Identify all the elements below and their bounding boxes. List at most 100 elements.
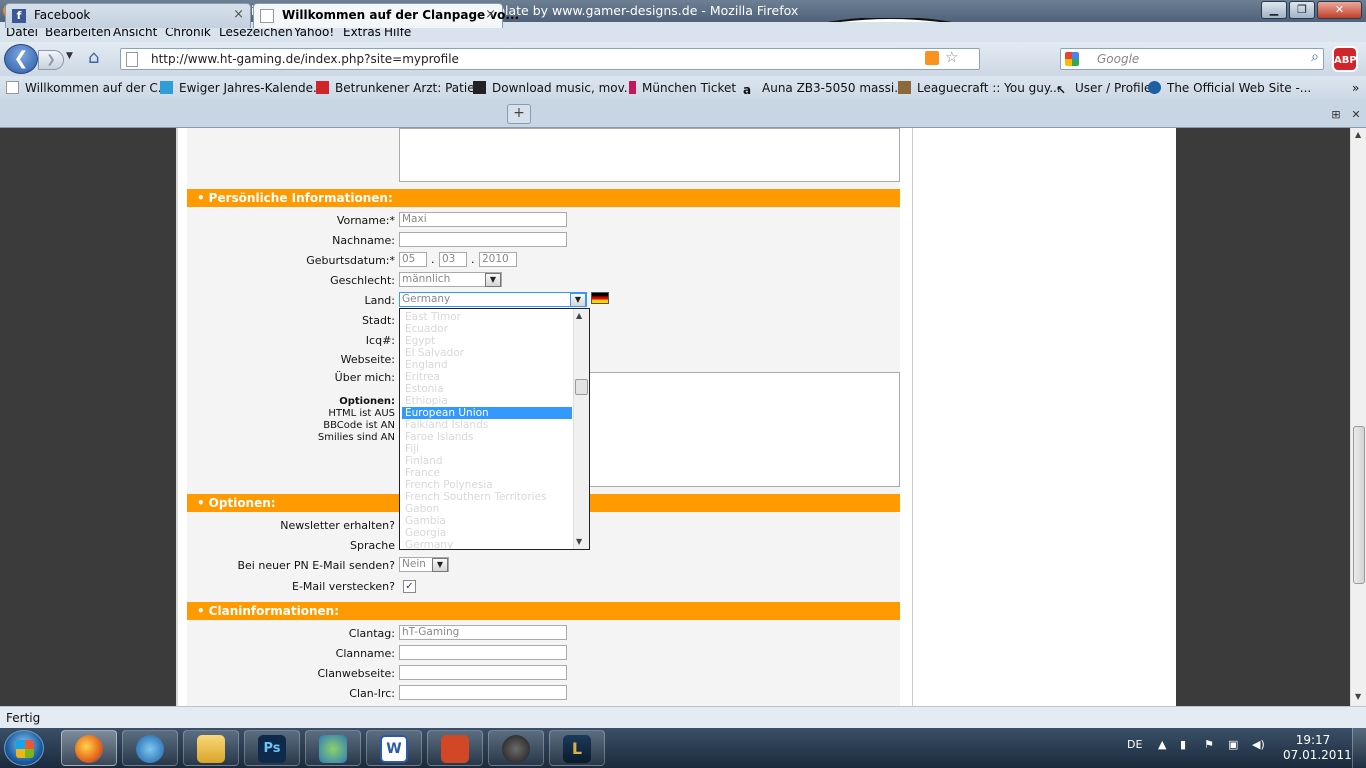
bookmark-star-icon[interactable]: ☆ <box>945 48 958 66</box>
country-option[interactable]: Egypt <box>402 335 572 347</box>
taskbar-itunes[interactable] <box>122 730 178 766</box>
country-option[interactable]: Gabon <box>402 503 572 515</box>
search-placeholder[interactable]: Google <box>1097 52 1139 66</box>
dropdown-scrollbar[interactable]: ▲ ▼ <box>573 309 589 549</box>
taskbar-messenger[interactable] <box>305 730 361 766</box>
country-option[interactable]: Ecuador <box>402 323 572 335</box>
country-option[interactable]: Germany <box>402 539 572 549</box>
country-option[interactable]: Eritrea <box>402 371 572 383</box>
show-desktop-button[interactable] <box>1352 728 1366 768</box>
maximize-button[interactable]: ❐ <box>1289 1 1315 19</box>
tab-close-icon[interactable]: × <box>485 7 496 22</box>
country-option[interactable]: England <box>402 359 572 371</box>
country-option[interactable]: Ethiopia <box>402 395 572 407</box>
clock[interactable]: 19:17 07.01.2011 <box>1283 733 1352 763</box>
taskbar-steam[interactable] <box>488 730 544 766</box>
bookmark-item[interactable]: München Ticket <box>629 81 736 95</box>
mail-hide-checkbox[interactable]: ✓ <box>403 580 416 593</box>
scroll-up-icon[interactable]: ▲ <box>576 311 582 320</box>
volume-icon[interactable]: ◀) <box>1252 738 1265 751</box>
address-bar[interactable]: http://www.ht-gaming.de/index.php?site=m… <box>120 48 980 70</box>
birth-year-field[interactable]: 2010 <box>479 252 517 267</box>
tab-close-icon[interactable]: × <box>233 7 244 22</box>
device-icon[interactable]: ▣ <box>1228 738 1238 751</box>
chevron-down-icon[interactable]: ▼ <box>570 293 586 307</box>
mail-hide-label: E-Mail verstecken? <box>292 580 395 593</box>
new-tab-button[interactable]: + <box>507 104 531 124</box>
country-option[interactable]: Gambia <box>402 515 572 527</box>
close-tab-icon[interactable]: ✕ <box>1346 104 1366 126</box>
country-option[interactable]: Georgia <box>402 527 572 539</box>
adblock-plus-button[interactable]: ABP <box>1332 46 1358 72</box>
country-option[interactable]: Falkland Islands <box>402 419 572 431</box>
page-scroll-thumb[interactable] <box>1353 426 1365 584</box>
country-option[interactable]: Finland <box>402 455 572 467</box>
google-icon[interactable] <box>1065 52 1079 66</box>
taskbar-word[interactable]: W <box>366 730 422 766</box>
cursor-icon: ↖ <box>1056 83 1067 97</box>
clanwebseite-field[interactable] <box>399 665 567 680</box>
taskbar-presentation[interactable] <box>427 730 483 766</box>
bookmark-item[interactable]: Willkommen auf der C... <box>6 81 169 95</box>
country-option[interactable]: French Polynesia <box>402 479 572 491</box>
bookmarks-overflow-icon[interactable]: » <box>1352 81 1359 95</box>
clanname-field[interactable] <box>399 645 567 660</box>
bookmark-item[interactable]: Leaguecraft :: You guy... <box>898 81 1061 95</box>
country-option[interactable]: France <box>402 467 572 479</box>
land-select[interactable]: Germany <box>399 292 587 307</box>
country-option[interactable]: Faroe Islands <box>402 431 572 443</box>
action-center-flag-icon[interactable]: ⚑ <box>1204 738 1214 751</box>
address-url[interactable]: http://www.ht-gaming.de/index.php?site=m… <box>151 52 459 66</box>
bookmark-item[interactable]: ↖ User / Profile <box>1056 81 1151 97</box>
icq-label: Icq#: <box>365 334 395 347</box>
stadt-label: Stadt: <box>361 314 395 327</box>
bookmark-item[interactable]: Download music, mov... <box>473 81 635 95</box>
close-window-button[interactable]: ✕ <box>1317 1 1362 19</box>
bookmark-item[interactable]: Ewiger Jahres-Kalende... <box>160 81 324 95</box>
country-option[interactable]: Fiji <box>402 443 572 455</box>
right-column <box>912 128 1176 706</box>
clanirc-field[interactable] <box>399 685 567 700</box>
country-dropdown-list[interactable]: East Timor Ecuador Egypt El Salvador Eng… <box>399 308 590 550</box>
bookmark-item[interactable]: a Auna ZB3-5050 massi... <box>743 81 906 97</box>
tab-clanpage[interactable]: Willkommen auf der Clanpage vo... × <box>253 3 519 28</box>
clantag-field[interactable]: hT-Gaming <box>399 625 567 640</box>
search-box[interactable]: Google ⌕ <box>1060 48 1324 70</box>
birth-month-field[interactable]: 03 <box>439 252 467 267</box>
home-icon[interactable]: ⌂ <box>88 49 108 68</box>
scroll-up-icon[interactable]: ▲ <box>1355 130 1361 139</box>
page-scrollbar[interactable]: ▲ ▼ <box>1350 128 1366 706</box>
network-icon[interactable]: ▮ <box>1180 738 1186 751</box>
chevron-down-icon[interactable]: ▼ <box>432 558 448 572</box>
search-icon[interactable]: ⌕ <box>1311 49 1319 65</box>
taskbar-firefox[interactable] <box>61 730 117 766</box>
country-option-selected[interactable]: European Union <box>402 407 572 419</box>
list-all-tabs-icon[interactable]: ⊞ <box>1326 104 1346 126</box>
start-button[interactable] <box>4 730 44 766</box>
tab-facebook[interactable]: f Facebook × <box>5 3 251 28</box>
country-option[interactable]: Estonia <box>402 383 572 395</box>
language-indicator[interactable]: DE <box>1127 738 1142 751</box>
bookmark-item[interactable]: Betrunkener Arzt: Patie... <box>316 81 486 95</box>
taskbar-photoshop[interactable]: Ps <box>244 730 300 766</box>
show-hidden-icons[interactable]: ▲ <box>1158 738 1166 751</box>
taskbar-league-of-legends[interactable]: L <box>549 730 605 766</box>
rss-icon[interactable] <box>925 51 939 65</box>
bookmark-item[interactable]: The Official Web Site -... <box>1148 81 1311 95</box>
nachname-field[interactable] <box>399 232 567 247</box>
country-option[interactable]: El Salvador <box>402 347 572 359</box>
history-dropdown-icon[interactable]: ▼ <box>66 51 73 61</box>
minimize-button[interactable]: ▁ <box>1261 1 1287 19</box>
chevron-down-icon[interactable]: ▼ <box>485 273 501 287</box>
scroll-down-icon[interactable]: ▼ <box>1355 692 1361 701</box>
back-button[interactable]: ❮ <box>4 44 38 74</box>
taskbar-explorer[interactable] <box>183 730 239 766</box>
birth-day-field[interactable]: 05 <box>399 252 427 267</box>
vorname-field[interactable]: Maxi <box>399 212 567 227</box>
forward-button[interactable]: ❯ <box>38 50 64 70</box>
country-option[interactable]: East Timor <box>402 311 572 323</box>
country-option[interactable]: French Southern Territories <box>402 491 572 503</box>
signature-textarea[interactable] <box>399 128 900 182</box>
scroll-down-icon[interactable]: ▼ <box>576 537 582 546</box>
dropdown-scroll-thumb[interactable] <box>575 379 588 395</box>
